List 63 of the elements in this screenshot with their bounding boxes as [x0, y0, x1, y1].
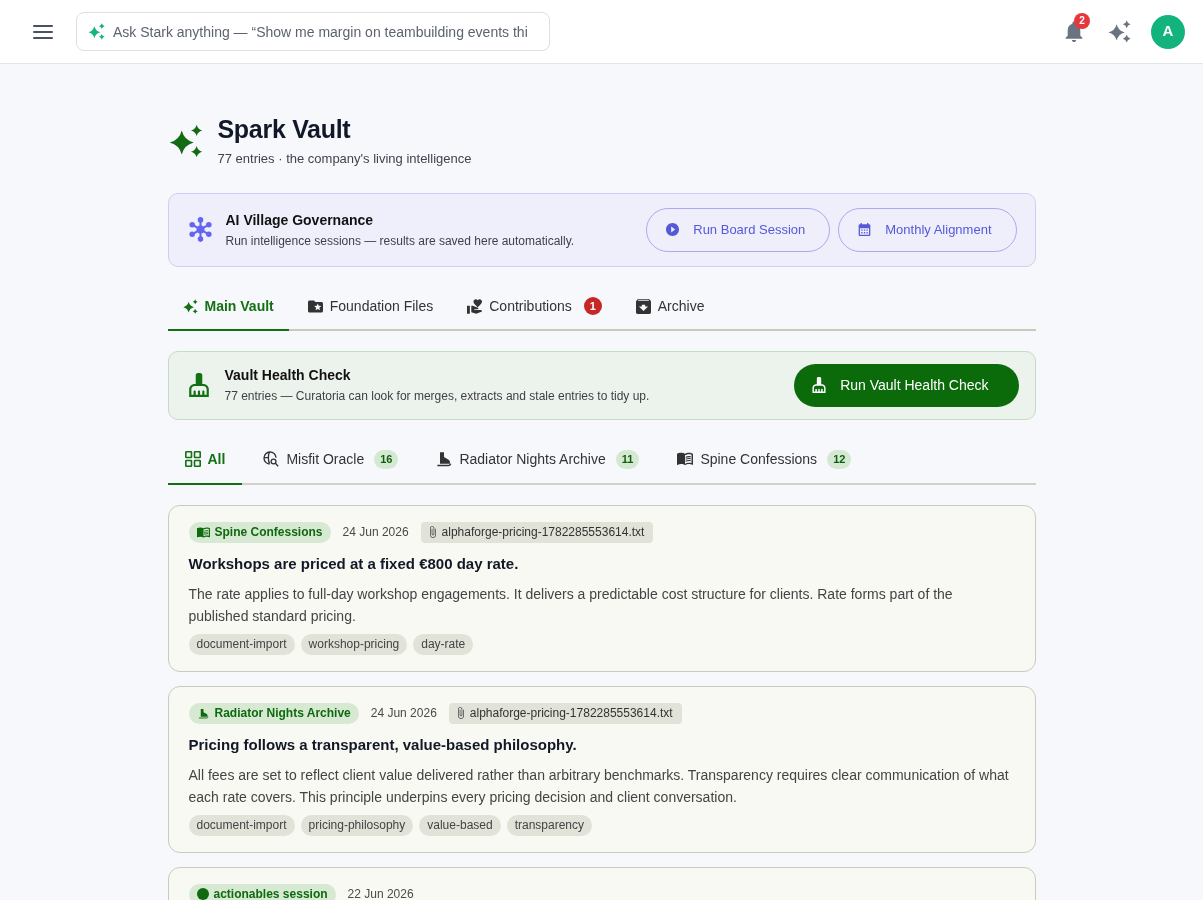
tag: transparency: [506, 814, 593, 836]
filter-tab[interactable]: Misfit Oracle 16: [246, 434, 416, 485]
calendar-icon: [858, 223, 872, 236]
tab[interactable]: Archive: [620, 282, 720, 331]
tag: document-import: [188, 814, 295, 836]
tab[interactable]: Main Vault: [167, 282, 289, 331]
sparkle-icon: [167, 124, 204, 159]
grid-icon: [184, 451, 201, 467]
entry-text: All fees are set to reflect client value delivered rather than arbitrary benchmarks. Transparency requires clear communication of what each rate covers. This principle underpins every pricing decision and client conversation.: [188, 765, 1010, 807]
entry-date: 22 Jun 2026: [347, 886, 414, 900]
count-badge: 16: [374, 449, 399, 469]
hand-heart-icon: [467, 298, 483, 314]
tag: workshop-pricing: [300, 633, 408, 655]
open-book-icon: [677, 451, 694, 467]
panel-title: AI Village Governance: [225, 210, 375, 229]
count-badge: 11: [615, 449, 640, 469]
star-folder-icon: [307, 298, 323, 314]
attachment-chip[interactable]: alphaforge-pricing-1782285553614.txt: [420, 521, 654, 543]
page-subtitle: 77 entries · the company's living intelligence: [217, 150, 472, 168]
entry-title: Workshops are priced at a fixed €800 day rate.: [188, 553, 520, 574]
category-label: actionables session: [213, 886, 328, 900]
tag: document-import: [188, 633, 295, 655]
page-title: Spark Vault: [217, 114, 352, 144]
broom-icon: [812, 377, 827, 393]
entry-text: The rate applies to full-day workshop engagements. It delivers a predictable cost structure for clients. Rate forms part of the published standard pricing.: [188, 584, 954, 626]
tab[interactable]: Foundation Files: [292, 282, 449, 331]
notification-count-badge: 2: [1074, 13, 1090, 29]
tag: value-based: [419, 814, 501, 836]
attachment-chip[interactable]: alphaforge-pricing-1782285553614.txt: [448, 702, 682, 724]
category-label: Radiator Nights Archive: [214, 705, 351, 722]
broom-icon: [187, 373, 210, 397]
filter-tab[interactable]: Radiator Nights Archive 11: [419, 434, 657, 485]
sparkle-icon: [88, 23, 105, 40]
tag: pricing-philosophy: [300, 814, 414, 836]
entry-date: 24 Jun 2026: [342, 524, 409, 541]
filter-tab[interactable]: Spine Confessions 12: [660, 434, 869, 485]
skate-icon: [436, 451, 453, 467]
attachment-name: alphaforge-pricing-1782285553614.txt: [441, 524, 645, 541]
count-badge: 12: [827, 449, 852, 469]
menu-icon[interactable]: [33, 24, 53, 39]
health-check-button[interactable]: Run Vault Health Check: [794, 363, 1019, 407]
ai-sparkle-icon[interactable]: [1108, 20, 1131, 43]
paperclip-icon: [457, 707, 464, 719]
search-field[interactable]: Ask Stark anything — “Show me margin on teambuilding events thi: [76, 12, 550, 51]
filter-tab[interactable]: All: [167, 434, 243, 485]
entry-title: Pricing follows a transparent, value-based philosophy.: [188, 734, 578, 755]
count-badge: 1: [583, 297, 602, 315]
skate-icon: [196, 707, 210, 719]
sparkle-icon: [182, 298, 198, 314]
panel-title: Vault Health Check: [224, 366, 352, 384]
panel-description: Run intelligence sessions — results are saved here automatically.: [225, 233, 576, 249]
globe-magnifier-icon: [263, 451, 280, 467]
tag: day-rate: [413, 633, 474, 655]
open-book-icon: [196, 526, 210, 538]
dot-icon: [196, 888, 209, 900]
tab[interactable]: Contributions 1: [452, 282, 617, 331]
paperclip-icon: [429, 526, 436, 538]
entry-date: 24 Jun 2026: [370, 705, 437, 722]
attachment-name: alphaforge-pricing-1782285553614.txt: [469, 705, 673, 722]
archive-box-icon: [635, 298, 651, 314]
panel-description: 77 entries — Curatoria can look for merges, extracts and stale entries to tidy up.: [224, 389, 651, 404]
network-hub-icon: [187, 217, 213, 242]
category-label: Spine Confessions: [214, 524, 323, 541]
